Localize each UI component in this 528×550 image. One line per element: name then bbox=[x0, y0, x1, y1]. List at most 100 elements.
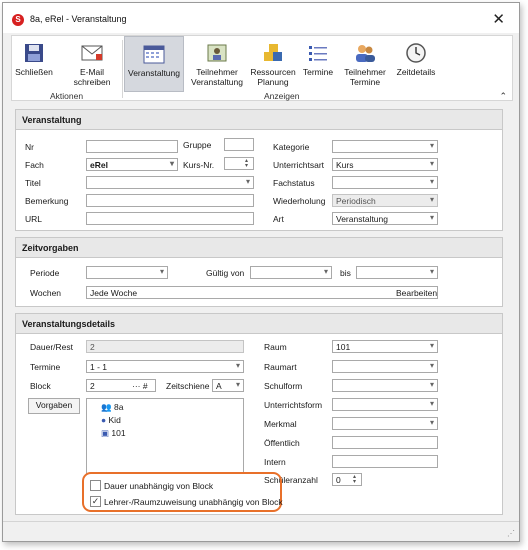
tree-item-label: 8a bbox=[113, 402, 124, 412]
schueleranzahl-stepper[interactable]: 0 bbox=[332, 473, 362, 486]
label-termine: Termine bbox=[30, 362, 61, 372]
tab-zeitdetails[interactable]: Zeitdetails bbox=[394, 36, 438, 92]
label-kurs-nr: Kurs-Nr. bbox=[183, 160, 215, 170]
email-button-label: E-Mail schreiben bbox=[73, 67, 111, 87]
label-fach: Fach bbox=[25, 160, 44, 170]
schulform-select[interactable] bbox=[332, 379, 438, 392]
list-icon bbox=[309, 46, 327, 61]
label-wochen: Wochen bbox=[30, 288, 62, 298]
tab-termine[interactable]: Termine bbox=[300, 36, 336, 92]
tab-zeitdetails-label: Zeitdetails bbox=[396, 67, 436, 77]
intern-field[interactable] bbox=[332, 455, 438, 468]
label-nr: Nr bbox=[25, 142, 34, 152]
users-icon bbox=[356, 45, 375, 62]
label-art: Art bbox=[273, 214, 284, 224]
close-button-label: Schließen bbox=[15, 67, 53, 77]
fach-select[interactable]: eRel bbox=[86, 158, 178, 171]
gruppe-field[interactable] bbox=[224, 138, 254, 151]
raumart-select[interactable] bbox=[332, 360, 438, 373]
resource-tree[interactable]: 👥 8a ● Kid ▣ 101 bbox=[86, 398, 244, 474]
label-url: URL bbox=[25, 214, 43, 224]
label-intern: Intern bbox=[264, 457, 286, 467]
gueltig-von-select[interactable] bbox=[250, 266, 332, 279]
periode-select[interactable] bbox=[86, 266, 168, 279]
clock-icon bbox=[406, 43, 426, 63]
titel-select[interactable] bbox=[86, 176, 254, 189]
lehrer-raumzuweisung-checkbox[interactable]: ✓ bbox=[90, 496, 101, 507]
merkmal-select[interactable] bbox=[332, 417, 438, 430]
form-content: Veranstaltung Nr Gruppe Kategorie Fach e… bbox=[11, 105, 507, 519]
fachstatus-select[interactable] bbox=[332, 176, 438, 189]
collapse-ribbon-icon[interactable]: ⌃ bbox=[499, 91, 507, 102]
label-raumart: Raumart bbox=[264, 362, 297, 372]
kurs-nr-stepper[interactable] bbox=[224, 157, 254, 170]
close-button[interactable]: Schließen bbox=[14, 36, 54, 92]
email-button[interactable]: E-Mail schreiben bbox=[68, 36, 116, 92]
bemerkung-field[interactable] bbox=[86, 194, 254, 207]
section-veranstaltungsdetails: Veranstaltungsdetails Dauer/Rest 2 Termi… bbox=[15, 313, 503, 515]
tab-teilnehmer-termine-label: Teilnehmer Termine bbox=[344, 67, 386, 87]
close-icon[interactable]: ✕ bbox=[492, 10, 505, 28]
label-schulform: Schulform bbox=[264, 381, 303, 391]
raum-select[interactable]: 101 bbox=[332, 340, 438, 353]
nr-field[interactable] bbox=[86, 140, 178, 153]
vorgaben-button[interactable]: Vorgaben bbox=[28, 398, 80, 414]
section-title: Veranstaltung bbox=[16, 110, 502, 130]
label-titel: Titel bbox=[25, 178, 41, 188]
block-picker-button[interactable]: ··· # bbox=[132, 381, 148, 391]
tab-teilnehmer-veranstaltung[interactable]: Teilnehmer Veranstaltung bbox=[188, 36, 246, 92]
tree-item[interactable]: ▣ 101 bbox=[101, 428, 126, 439]
resize-grip-icon[interactable]: ⋰ bbox=[507, 529, 515, 538]
email-icon bbox=[81, 45, 103, 61]
save-icon bbox=[25, 44, 43, 62]
tab-veranstaltung[interactable]: Veranstaltung bbox=[124, 36, 184, 92]
class-icon: 👥 bbox=[101, 402, 112, 412]
label-raum: Raum bbox=[264, 342, 287, 352]
label-unterrichtsform: Unterrichtsform bbox=[264, 400, 323, 410]
label-bis: bis bbox=[340, 268, 351, 278]
tab-teilnehmer-veranstaltung-label: Teilnehmer Veranstaltung bbox=[191, 67, 243, 87]
unterrichtsart-select[interactable]: Kurs bbox=[332, 158, 438, 171]
tab-teilnehmer-termine[interactable]: Teilnehmer Termine bbox=[340, 36, 390, 92]
label-bemerkung: Bemerkung bbox=[25, 196, 69, 206]
label-gruppe: Gruppe bbox=[183, 140, 212, 150]
status-bar: ⋰ bbox=[3, 521, 519, 541]
tree-item[interactable]: 👥 8a bbox=[101, 402, 123, 413]
kategorie-select[interactable] bbox=[332, 140, 438, 153]
tree-item-label: 101 bbox=[111, 428, 126, 438]
label-oeffentlich: Öffentlich bbox=[264, 438, 300, 448]
zeitschiene-select[interactable]: A bbox=[212, 379, 244, 392]
dauer-unabhaengig-checkbox[interactable] bbox=[90, 480, 101, 491]
bearbeiten-button[interactable]: Bearbeiten bbox=[396, 288, 437, 298]
tab-veranstaltung-label: Veranstaltung bbox=[128, 68, 180, 78]
label-gueltig-von: Gültig von bbox=[206, 268, 245, 278]
tab-termine-label: Termine bbox=[302, 67, 334, 77]
url-field[interactable] bbox=[86, 212, 254, 225]
section-veranstaltung: Veranstaltung Nr Gruppe Kategorie Fach e… bbox=[15, 109, 503, 231]
wochen-field[interactable]: Jede Woche bbox=[86, 286, 438, 299]
window-title: 8a, eRel - Veranstaltung bbox=[30, 14, 127, 24]
section-zeitvorgaben: Zeitvorgaben Periode Gültig von bis Woch… bbox=[15, 237, 503, 307]
wiederholung-select[interactable]: Periodisch bbox=[332, 194, 438, 207]
group-separator bbox=[122, 40, 123, 98]
bis-select[interactable] bbox=[356, 266, 438, 279]
tree-item[interactable]: ● Kid bbox=[101, 415, 121, 425]
room-icon: ▣ bbox=[101, 428, 110, 438]
label-kategorie: Kategorie bbox=[273, 142, 310, 152]
section-title: Veranstaltungsdetails bbox=[16, 314, 502, 334]
label-periode: Periode bbox=[30, 268, 60, 278]
dauer-unabhaengig-label: Dauer unabhängig von Block bbox=[104, 481, 214, 491]
resources-icon bbox=[264, 44, 282, 61]
label-dauer-rest: Dauer/Rest bbox=[30, 342, 73, 352]
tab-ressourcen-planung[interactable]: Ressourcen Planung bbox=[250, 36, 296, 92]
label-merkmal: Merkmal bbox=[264, 419, 297, 429]
teacher-icon: ● bbox=[101, 415, 107, 425]
art-select[interactable]: Veranstaltung bbox=[332, 212, 438, 225]
unterrichtsform-select[interactable] bbox=[332, 398, 438, 411]
app-logo-icon: S bbox=[12, 14, 24, 26]
label-wiederholung: Wiederholung bbox=[273, 196, 326, 206]
termine-select[interactable]: 1 - 1 bbox=[86, 360, 244, 373]
label-unterrichtsart: Unterrichtsart bbox=[273, 160, 325, 170]
oeffentlich-field[interactable] bbox=[332, 436, 438, 449]
dialog-window: S 8a, eRel - Veranstaltung ✕ Schließen E… bbox=[2, 2, 520, 542]
